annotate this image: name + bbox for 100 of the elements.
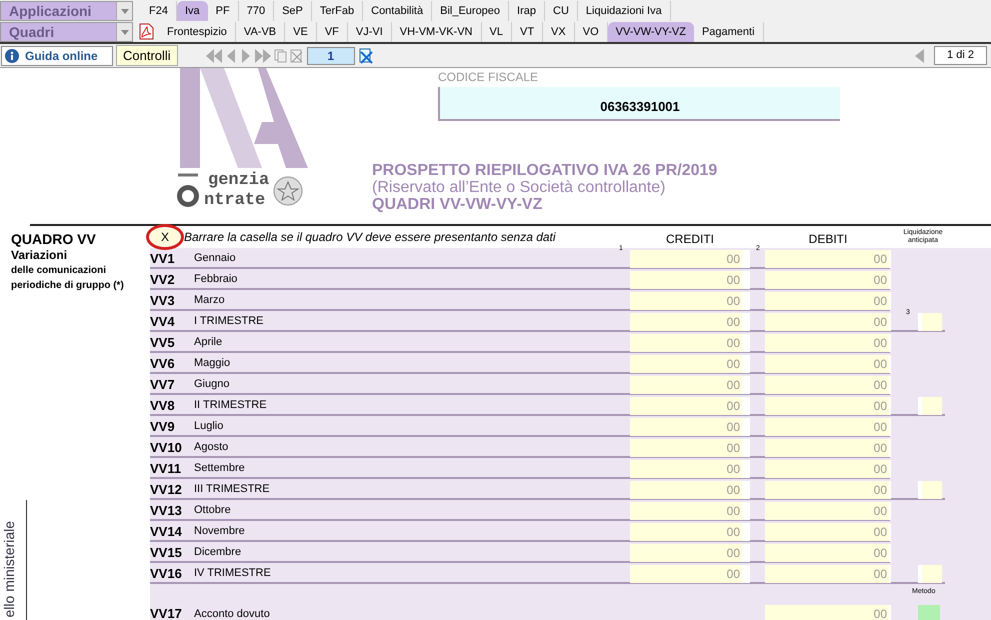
row-code: VV3: [150, 292, 176, 310]
tab[interactable]: 770: [238, 1, 274, 21]
next-page-icon[interactable]: [240, 48, 252, 62]
amount-field[interactable]: 00: [630, 354, 750, 372]
field-label: CODICE FISCALE: [438, 69, 538, 86]
tax-code-field[interactable]: 06363391001: [438, 87, 840, 121]
advance-field[interactable]: [918, 312, 942, 330]
amount-field[interactable]: 00: [630, 544, 750, 562]
tab[interactable]: Iva: [176, 1, 208, 21]
amount-field[interactable]: 00: [630, 564, 750, 582]
column-title: CREDITI: [665, 231, 715, 248]
tab[interactable]: VV-VW-VY-VZ: [608, 22, 694, 42]
row-label: Luglio: [194, 419, 224, 434]
amount-field[interactable]: 00: [765, 334, 891, 352]
advance-field[interactable]: [918, 564, 942, 582]
info-icon[interactable]: [5, 48, 19, 62]
amount-field[interactable]: 00: [630, 438, 750, 456]
row-code: VV6: [150, 354, 176, 373]
tab[interactable]: Contabilità: [363, 1, 432, 21]
form-title: QUADRI VV-VW-VY-VZ: [372, 196, 544, 213]
tab[interactable]: VJ-VI: [348, 22, 392, 42]
first-page-icon[interactable]: [206, 48, 222, 62]
tab[interactable]: VA-VB: [236, 22, 286, 42]
dropdown-caret-icon[interactable]: [120, 30, 128, 34]
tab[interactable]: CU: [545, 1, 578, 21]
help-button[interactable]: Guida online: [1, 46, 113, 66]
amount-field[interactable]: 00: [765, 522, 891, 540]
row-code: VV4: [150, 312, 176, 331]
tab[interactable]: VH-VM-VK-VN: [392, 22, 482, 42]
row-code: VV14: [150, 522, 183, 541]
amount-field[interactable]: 00: [765, 564, 891, 582]
row-code: VV11: [150, 460, 182, 478]
amount-field[interactable]: 00: [630, 334, 750, 352]
amount-field[interactable]: 00: [765, 544, 891, 562]
amount-field[interactable]: 00: [765, 250, 891, 268]
row-label: Novembre: [194, 524, 246, 540]
amount-field[interactable]: 00: [630, 502, 750, 520]
row-label: I TRIMESTRE: [194, 314, 264, 330]
amount-field[interactable]: 00: [765, 292, 891, 310]
amount-field[interactable]: 00: [630, 460, 750, 478]
row-code: VV12: [150, 480, 183, 499]
row-label: Aprile: [194, 335, 224, 350]
amount-field[interactable]: 00: [765, 270, 891, 288]
method-field[interactable]: [918, 605, 940, 620]
advance-field[interactable]: [918, 396, 942, 414]
check-button[interactable]: Controlli: [116, 45, 178, 66]
amount-field[interactable]: 00: [765, 605, 891, 620]
instruction-text: Barrare la casella se il quadro VV deve essere presentanto senza dati: [184, 229, 556, 246]
tab[interactable]: SeP: [274, 1, 312, 21]
dropdown-caret-icon[interactable]: [120, 8, 128, 14]
page-counter: 1 di 2: [934, 46, 987, 65]
amount-field[interactable]: 00: [630, 292, 750, 310]
tab[interactable]: TerFab: [312, 1, 364, 21]
row-code: VV15: [150, 544, 183, 562]
amount-field[interactable]: 00: [765, 396, 891, 414]
tab[interactable]: VL: [482, 22, 512, 42]
amount-field[interactable]: 00: [765, 354, 891, 372]
pdf-file-icon[interactable]: [138, 23, 154, 40]
page-remove-icon[interactable]: [358, 48, 374, 64]
amount-field[interactable]: 00: [630, 270, 750, 288]
tab[interactable]: Liquidazioni Iva: [578, 1, 671, 21]
amount-field[interactable]: 00: [630, 480, 750, 498]
amount-field[interactable]: 00: [765, 460, 891, 478]
dropdown[interactable]: Quadri: [0, 22, 133, 42]
emblem-icon[interactable]: [273, 176, 304, 206]
amount-field[interactable]: 00: [765, 480, 891, 498]
section-subtitle: delle comunicazioni: [11, 264, 108, 278]
amount-field[interactable]: 00: [630, 418, 750, 436]
row-code: VV7: [150, 376, 176, 394]
amount-field[interactable]: 00: [765, 438, 891, 456]
tab[interactable]: VE: [285, 22, 317, 42]
amount-field[interactable]: 00: [630, 312, 750, 330]
last-page-icon[interactable]: [254, 48, 271, 62]
tab[interactable]: VX: [543, 22, 575, 42]
tab[interactable]: Frontespizio: [159, 22, 236, 42]
tab[interactable]: Irap: [509, 1, 546, 21]
amount-field[interactable]: 00: [765, 312, 891, 330]
tab[interactable]: PF: [208, 1, 239, 21]
page-number-field[interactable]: 1: [306, 46, 355, 64]
row-code: VV9: [150, 418, 176, 436]
tab[interactable]: Pagamenti: [694, 22, 764, 42]
copy-page-icon[interactable]: [274, 48, 287, 62]
amount-field[interactable]: 00: [765, 376, 891, 394]
previous-page-icon[interactable]: [224, 48, 237, 62]
dropdown[interactable]: Applicazioni: [0, 1, 133, 21]
tab[interactable]: Bil_Europeo: [432, 1, 510, 21]
row-code: VV1: [150, 250, 176, 268]
row-code: VV5: [150, 334, 176, 352]
amount-field[interactable]: 00: [630, 250, 750, 268]
amount-field[interactable]: 00: [630, 522, 750, 540]
amount-field[interactable]: 00: [765, 418, 891, 436]
advance-field[interactable]: [918, 480, 942, 498]
amount-field[interactable]: 00: [630, 396, 750, 414]
tab[interactable]: VF: [316, 22, 348, 42]
tab[interactable]: VT: [512, 22, 544, 42]
amount-field[interactable]: 00: [630, 376, 750, 394]
amount-field[interactable]: 00: [765, 502, 891, 520]
delete-page-icon[interactable]: [290, 48, 304, 62]
row-code: VV16: [150, 564, 183, 583]
previous-icon[interactable]: [915, 48, 924, 62]
